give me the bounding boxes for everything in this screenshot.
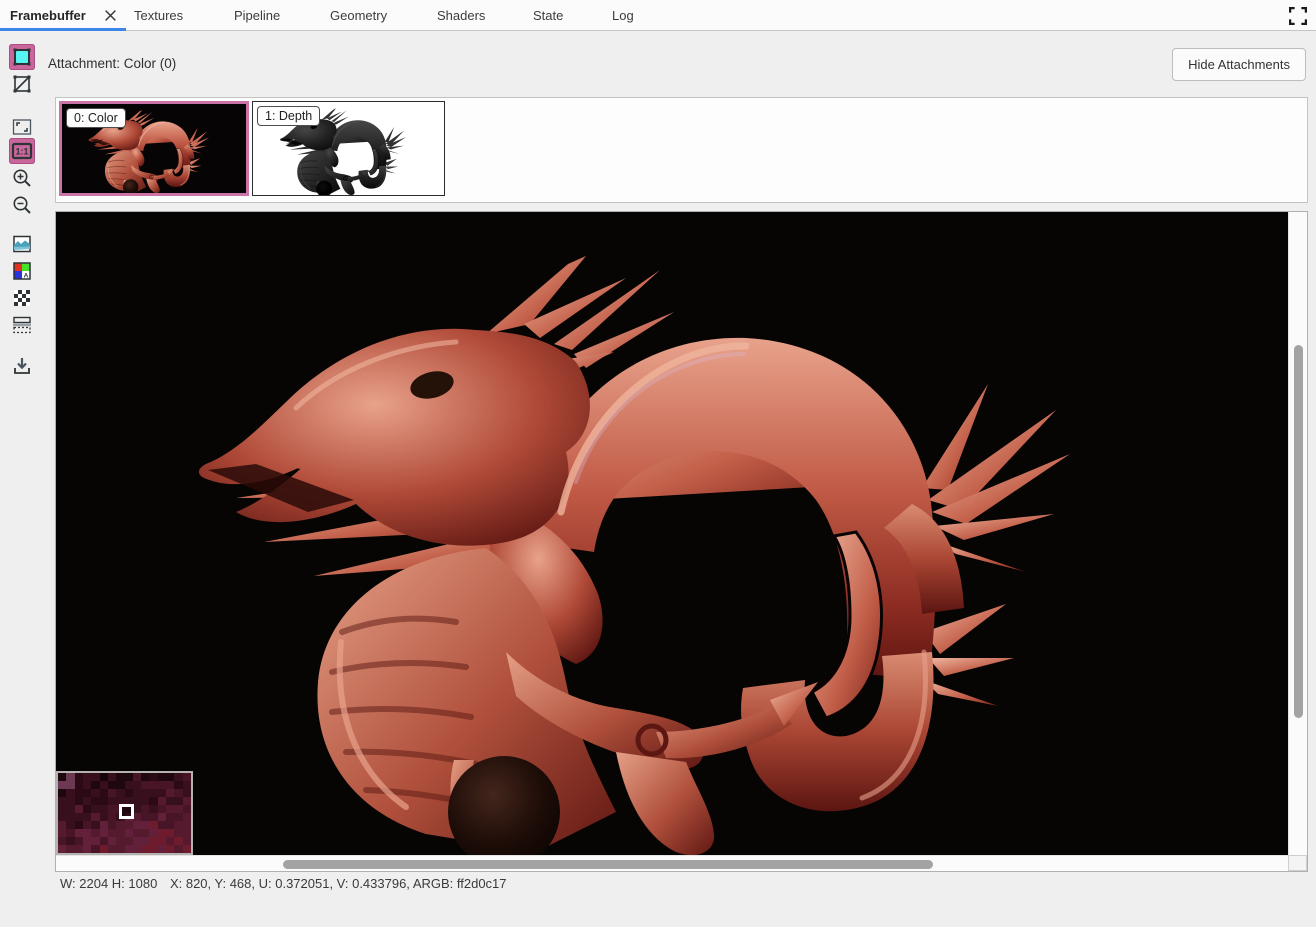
horizontal-scrollbar[interactable]: [56, 855, 1288, 871]
tab-framebuffer[interactable]: Framebuffer: [10, 0, 86, 30]
attachments-panel: 0: Color 1: Depth: [55, 97, 1308, 203]
svg-text:1:1: 1:1: [15, 147, 28, 157]
svg-text:A: A: [24, 273, 29, 280]
checkerboard-background-icon[interactable]: [9, 285, 35, 311]
vertical-scrollbar-thumb[interactable]: [1294, 345, 1303, 718]
active-tab-underline: [0, 28, 126, 31]
zoom-to-fit-icon[interactable]: [9, 114, 35, 140]
fullscreen-icon[interactable]: [1289, 7, 1307, 25]
horizontal-scrollbar-thumb[interactable]: [283, 860, 933, 869]
tab-geometry[interactable]: Geometry: [330, 0, 387, 30]
tab-state[interactable]: State: [533, 0, 563, 30]
zoom-in-icon[interactable]: [9, 165, 35, 191]
pixel-magnifier-overlay: [56, 771, 193, 855]
transparent-background-icon[interactable]: [9, 71, 35, 97]
attachment-label: Attachment: Color (0): [48, 56, 176, 71]
vertical-scrollbar[interactable]: [1288, 212, 1307, 855]
solid-background-icon[interactable]: [9, 44, 35, 70]
tab-textures-label: Textures: [134, 8, 183, 23]
close-icon[interactable]: [104, 9, 117, 22]
tab-geometry-label: Geometry: [330, 8, 387, 23]
attachment-thumbnail-depth[interactable]: 1: Depth: [252, 101, 445, 196]
pixel-cursor-square: [119, 804, 134, 819]
attachment-badge: 0: Color: [66, 108, 126, 128]
attachment-badge: 1: Depth: [257, 106, 320, 126]
rendered-dragon-image: [56, 212, 1288, 855]
tab-shaders-label: Shaders: [437, 8, 485, 23]
tab-bar: Framebuffer Textures Pipeline Geometry S…: [0, 0, 1316, 31]
flip-vertically-icon[interactable]: [9, 312, 35, 338]
image-dimensions: W: 2204 H: 1080: [60, 876, 157, 891]
image-canvas[interactable]: [56, 212, 1288, 855]
zoom-out-icon[interactable]: [9, 192, 35, 218]
tab-log[interactable]: Log: [612, 0, 634, 30]
tab-log-label: Log: [612, 8, 634, 23]
histogram-icon[interactable]: [9, 231, 35, 257]
framebuffer-viewer: [55, 211, 1308, 872]
tab-shaders[interactable]: Shaders: [437, 0, 485, 30]
status-bar: W: 2204 H: 1080 X: 820, Y: 468, U: 0.372…: [60, 876, 516, 891]
tab-state-label: State: [533, 8, 563, 23]
pixel-info: X: 820, Y: 468, U: 0.372051, V: 0.433796…: [170, 876, 507, 891]
tab-textures[interactable]: Textures: [134, 0, 183, 30]
attachment-thumbnail-color[interactable]: 0: Color: [59, 101, 249, 196]
scrollbar-corner: [1288, 855, 1307, 871]
save-image-icon[interactable]: [9, 353, 35, 379]
hide-attachments-button[interactable]: Hide Attachments: [1172, 48, 1306, 81]
tab-pipeline[interactable]: Pipeline: [234, 0, 280, 30]
actual-size-icon[interactable]: 1:1: [9, 138, 35, 164]
tab-framebuffer-label: Framebuffer: [10, 8, 86, 23]
tab-pipeline-label: Pipeline: [234, 8, 280, 23]
color-channels-icon[interactable]: A: [9, 258, 35, 284]
